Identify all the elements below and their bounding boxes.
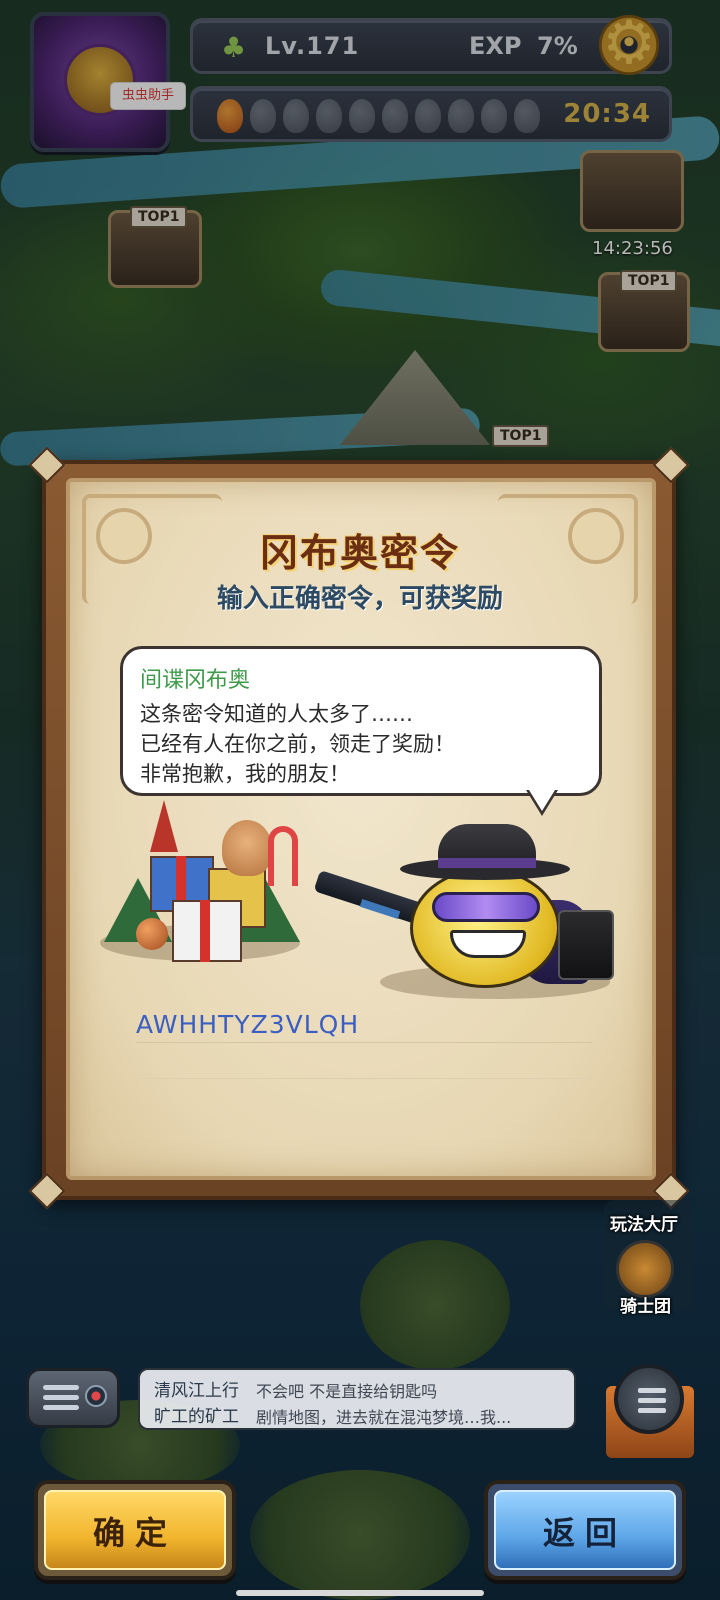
code-input-underline <box>136 1042 592 1043</box>
back-button[interactable]: 返回 <box>484 1480 686 1580</box>
teddy-bear-icon <box>222 820 272 876</box>
grin-icon <box>450 930 526 958</box>
speech-bubble-tail <box>529 790 555 811</box>
chat-message: 不会吧 不是直接给钥匙吗 <box>256 1382 438 1401</box>
record-icon <box>85 1385 107 1407</box>
chat-line-icon <box>43 1405 79 1410</box>
dialog-line: 已经有人在你之前，领走了奖励！ <box>140 732 455 756</box>
home-indicator[interactable] <box>236 1590 484 1596</box>
candy-cane-icon <box>268 826 298 886</box>
dialog-subtitle: 输入正确密令，可获奖励 <box>216 584 503 614</box>
list-line-icon <box>638 1408 666 1413</box>
briefcase-icon <box>558 910 614 980</box>
code-input-underline <box>136 1078 592 1079</box>
goggles-icon <box>432 892 540 922</box>
spy-body <box>410 868 560 988</box>
knights-label[interactable]: 骑士团 <box>620 1292 671 1317</box>
ornament-ball-icon <box>136 918 168 950</box>
dialog-line: 非常抱歉，我的朋友！ <box>140 762 350 786</box>
hat-band <box>438 858 536 868</box>
speaker-name: 间谍冈布奥 <box>140 668 251 693</box>
chat-line-icon <box>43 1385 79 1390</box>
list-line-icon <box>638 1398 666 1403</box>
dialog-line: 这条密令知道的人太多了…… <box>140 702 413 726</box>
list-line-icon <box>638 1388 666 1393</box>
gift-ribbon <box>200 900 210 962</box>
knights-emblem-icon[interactable] <box>616 1240 674 1298</box>
chat-sender: 清风江上行 <box>154 1381 239 1401</box>
chat-sender: 旷工的矿工 <box>154 1407 239 1427</box>
chat-line-icon <box>43 1395 79 1400</box>
back-button-label: 返回 <box>494 1490 676 1570</box>
confirm-button[interactable]: 确定 <box>34 1480 236 1580</box>
confirm-button-label: 确定 <box>44 1490 226 1570</box>
party-hat-icon <box>150 800 178 852</box>
chat-toggle-button[interactable] <box>26 1368 120 1428</box>
play-hall-label[interactable]: 玩法大厅 <box>610 1210 678 1235</box>
secret-code-input[interactable]: AWHHTYZ3VLQH <box>136 1010 359 1039</box>
dialog-title: 冈布奥密令 <box>259 531 460 575</box>
menu-list-button[interactable] <box>614 1364 684 1434</box>
chat-message: 剧情地图，进去就在混沌梦境…我... <box>256 1408 512 1427</box>
